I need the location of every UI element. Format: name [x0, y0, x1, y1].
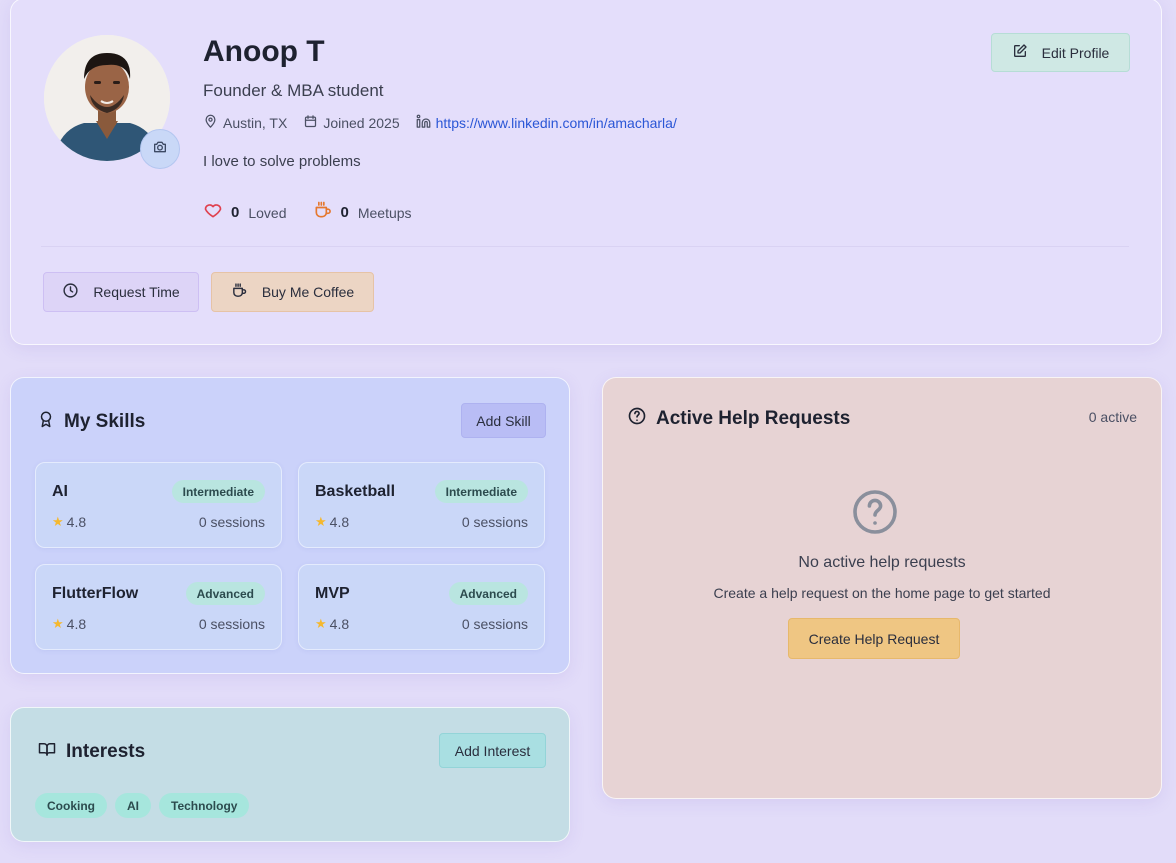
- profile-name: Anoop T: [203, 35, 325, 68]
- skills-title: My Skills: [64, 411, 146, 432]
- rating-value: 4.8: [329, 514, 350, 530]
- empty-state-subtitle: Create a help request on the home page t…: [713, 585, 1051, 601]
- add-interest-button[interactable]: Add Interest: [439, 733, 546, 768]
- skills-heading: My Skills: [37, 409, 145, 435]
- loved-count: 0: [231, 204, 240, 221]
- rating-value: 4.8: [66, 514, 87, 530]
- meetups-label: Meetups: [357, 204, 412, 221]
- buy-me-coffee-label: Buy Me Coffee: [261, 284, 355, 300]
- profile-tagline: Founder & MBA student: [203, 81, 384, 100]
- skill-card[interactable]: AI Intermediate ★ 4.8 0 sessions: [35, 462, 282, 548]
- active-count: 0 active: [1088, 409, 1137, 425]
- joined: Joined 2025: [303, 114, 400, 132]
- request-time-button[interactable]: Request Time: [43, 272, 199, 312]
- help-requests-title: Active Help Requests: [656, 408, 851, 429]
- skill-rating: ★ 4.8: [315, 616, 349, 632]
- award-icon: [37, 409, 64, 435]
- book-icon: [37, 740, 66, 764]
- create-help-request-button[interactable]: Create Help Request: [788, 618, 960, 659]
- skill-card[interactable]: Basketball Intermediate ★ 4.8 0 sessions: [298, 462, 545, 548]
- interests-heading: Interests: [37, 740, 145, 764]
- heart-icon: [203, 200, 231, 225]
- profile-card: Anoop T Founder & MBA student Austin, TX…: [10, 0, 1162, 345]
- loved-label: Loved: [248, 204, 287, 221]
- avatar-container: [44, 35, 180, 169]
- interest-tag: Cooking: [35, 793, 107, 818]
- edit-profile-label: Edit Profile: [1041, 44, 1110, 61]
- help-requests-heading: Active Help Requests: [627, 406, 850, 432]
- skill-rating: ★ 4.8: [52, 616, 86, 632]
- skill-name: FlutterFlow: [52, 585, 139, 602]
- request-time-label: Request Time: [93, 284, 180, 300]
- rating-value: 4.8: [329, 616, 350, 632]
- calendar-icon: [303, 114, 323, 132]
- skill-name: MVP: [315, 585, 350, 602]
- skill-level-badge: Intermediate: [171, 480, 265, 503]
- change-photo-button[interactable]: [140, 129, 180, 169]
- edit-icon: [1012, 43, 1042, 62]
- buy-me-coffee-button[interactable]: Buy Me Coffee: [211, 272, 374, 312]
- interests-title: Interests: [66, 741, 146, 762]
- interests-card: Interests Add Interest Cooking AI Techno…: [10, 707, 570, 842]
- clock-icon: [62, 282, 93, 302]
- profile-meta: Austin, TX Joined 2025 https://www.linke…: [203, 114, 693, 132]
- edit-profile-button[interactable]: Edit Profile: [991, 33, 1130, 72]
- profile-stats: 0 Loved 0 Meetups: [203, 200, 438, 225]
- linkedin-link[interactable]: https://www.linkedin.com/in/amacharla/: [436, 115, 677, 131]
- map-pin-icon: [203, 114, 223, 132]
- add-skill-button[interactable]: Add Skill: [461, 403, 546, 438]
- skill-card[interactable]: MVP Advanced ★ 4.8 0 sessions: [298, 564, 545, 650]
- location-text: Austin, TX: [223, 115, 288, 131]
- skill-card[interactable]: FlutterFlow Advanced ★ 4.8 0 sessions: [35, 564, 282, 650]
- skill-name: Basketball: [315, 483, 396, 500]
- skill-name: AI: [52, 483, 68, 500]
- divider: [41, 246, 1129, 247]
- location: Austin, TX: [203, 114, 287, 132]
- skill-rating: ★ 4.8: [315, 514, 349, 530]
- loved-stat: 0 Loved: [203, 200, 287, 225]
- skill-rating: ★ 4.8: [52, 514, 86, 530]
- question-icon: [851, 488, 899, 541]
- coffee-icon: [231, 282, 262, 302]
- joined-text: Joined 2025: [323, 115, 400, 131]
- meetups-stat: 0 Meetups: [313, 200, 412, 225]
- skill-level-badge: Intermediate: [434, 480, 528, 503]
- meetups-count: 0: [340, 204, 349, 221]
- star-icon: ★: [315, 514, 327, 529]
- coffee-icon: [313, 200, 341, 225]
- skills-card: My Skills Add Skill AI Intermediate ★ 4.…: [10, 377, 570, 674]
- skill-level-badge: Advanced: [185, 582, 265, 605]
- interest-tags: Cooking AI Technology: [35, 793, 257, 818]
- skill-sessions: 0 sessions: [461, 616, 528, 632]
- linkedin-icon: [416, 114, 436, 132]
- linkedin: https://www.linkedin.com/in/amacharla/: [416, 114, 677, 132]
- help-circle-icon: [627, 406, 656, 432]
- rating-value: 4.8: [66, 616, 87, 632]
- star-icon: ★: [52, 514, 64, 529]
- interest-tag: Technology: [159, 793, 250, 818]
- skill-sessions: 0 sessions: [198, 514, 265, 530]
- camera-icon: [152, 139, 168, 160]
- interest-tag: AI: [115, 793, 151, 818]
- star-icon: ★: [52, 616, 64, 631]
- skill-level-badge: Advanced: [448, 582, 528, 605]
- help-requests-card: Active Help Requests 0 active No active …: [602, 377, 1162, 799]
- skill-sessions: 0 sessions: [198, 616, 265, 632]
- empty-state-title: No active help requests: [798, 554, 966, 571]
- star-icon: ★: [315, 616, 327, 631]
- profile-bio: I love to solve problems: [203, 153, 361, 170]
- skill-sessions: 0 sessions: [461, 514, 528, 530]
